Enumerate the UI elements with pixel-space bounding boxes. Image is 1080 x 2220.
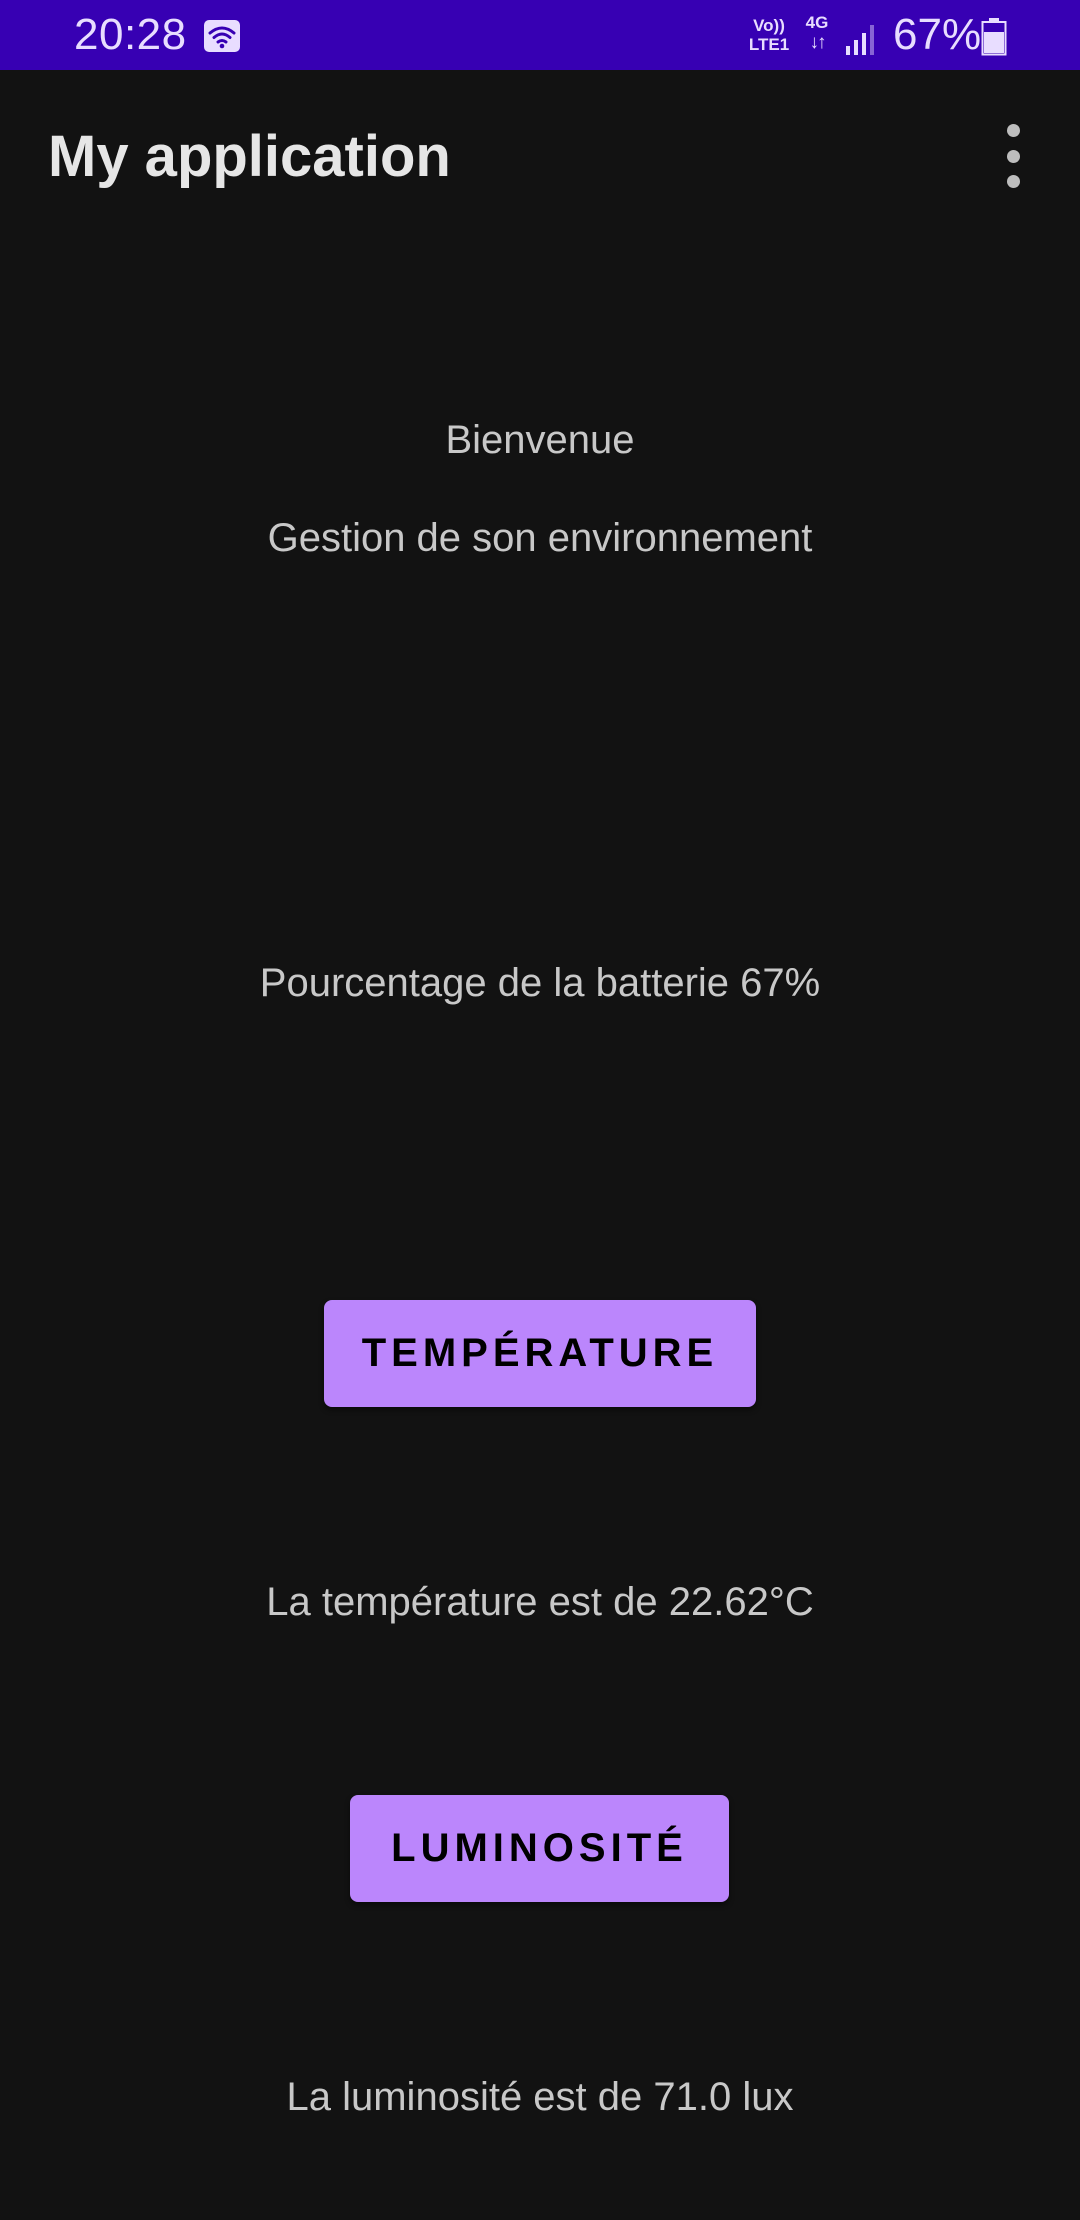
- status-time: 20:28: [74, 10, 187, 59]
- menu-dot: [1006, 149, 1020, 163]
- volte-indicator: Vo)) LTE1: [745, 16, 793, 54]
- subtitle-text: Gestion de son environnement: [267, 516, 813, 560]
- luminosity-button[interactable]: LUMINOSITÉ: [350, 1795, 729, 1902]
- volte-line1: Vo)): [753, 16, 785, 35]
- menu-dot: [1006, 175, 1020, 188]
- status-bar: 20:28 Vo)) LTE1 4G ↓↑ 67%: [0, 0, 1080, 70]
- temperature-result-text: La température est de 22.62°C: [266, 1580, 814, 1624]
- wifi-icon: [204, 20, 240, 52]
- luminosity-result-text: La luminosité est de 71.0 lux: [286, 2075, 794, 2119]
- volte-line2: LTE1: [748, 35, 790, 54]
- network-indicator: 4G ↓↑: [800, 14, 834, 54]
- battery-info-text: Pourcentage de la batterie 67%: [259, 961, 821, 1005]
- welcome-text: Bienvenue: [445, 418, 635, 462]
- app-bar: My application: [0, 70, 1080, 245]
- battery-icon: [981, 18, 1007, 61]
- data-arrows-icon: ↓↑: [809, 32, 827, 53]
- app-title: My application: [48, 124, 451, 189]
- more-vertical-icon[interactable]: [996, 124, 1030, 188]
- battery-percent: 67%: [893, 10, 982, 59]
- network-type: 4G: [805, 13, 829, 32]
- temperature-button[interactable]: TEMPÉRATURE: [324, 1300, 756, 1407]
- signal-icon: [845, 22, 879, 61]
- menu-dot: [1006, 124, 1020, 137]
